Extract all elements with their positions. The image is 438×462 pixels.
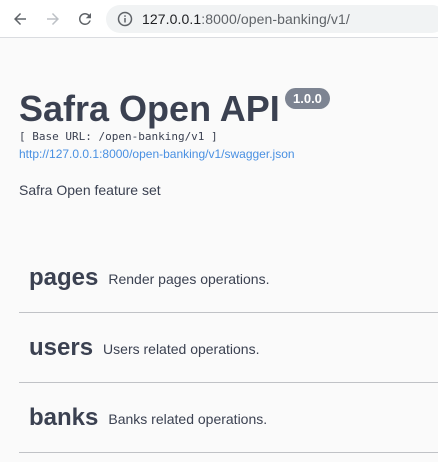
- tag-section-users[interactable]: users Users related operations.: [19, 313, 438, 383]
- address-bar[interactable]: 127.0.0.1:8000/open-banking/v1/: [106, 5, 438, 33]
- swagger-json-link[interactable]: http://127.0.0.1:8000/open-banking/v1/sw…: [19, 147, 295, 161]
- api-description: Safra Open feature set: [19, 182, 161, 198]
- tag-section-banks[interactable]: banks Banks related operations.: [19, 383, 438, 453]
- url-text: 127.0.0.1:8000/open-banking/v1/: [142, 11, 350, 27]
- url-path: :8000/open-banking/v1/: [201, 11, 350, 27]
- tag-section-pages[interactable]: pages Render pages operations.: [19, 243, 438, 313]
- back-button[interactable]: [8, 7, 32, 31]
- info-icon[interactable]: [117, 11, 133, 27]
- tag-description: Banks related operations.: [108, 410, 268, 427]
- version-badge: 1.0.0: [285, 88, 330, 109]
- forward-arrow-icon: [47, 13, 59, 25]
- tag-name[interactable]: users: [29, 334, 93, 362]
- browser-toolbar: 127.0.0.1:8000/open-banking/v1/: [0, 0, 438, 38]
- forward-button[interactable]: [41, 7, 65, 31]
- back-arrow-icon: [14, 13, 26, 25]
- url-host: 127.0.0.1: [142, 11, 202, 27]
- api-title: Safra Open API: [19, 88, 280, 129]
- tag-description: Users related operations.: [103, 340, 260, 357]
- tag-name[interactable]: banks: [29, 404, 98, 432]
- reload-button[interactable]: [73, 7, 97, 31]
- tag-name[interactable]: pages: [29, 264, 98, 292]
- tag-description: Render pages operations.: [108, 270, 270, 287]
- base-url: [ Base URL: /open-banking/v1 ]: [19, 130, 218, 143]
- reload-icon: [79, 12, 91, 25]
